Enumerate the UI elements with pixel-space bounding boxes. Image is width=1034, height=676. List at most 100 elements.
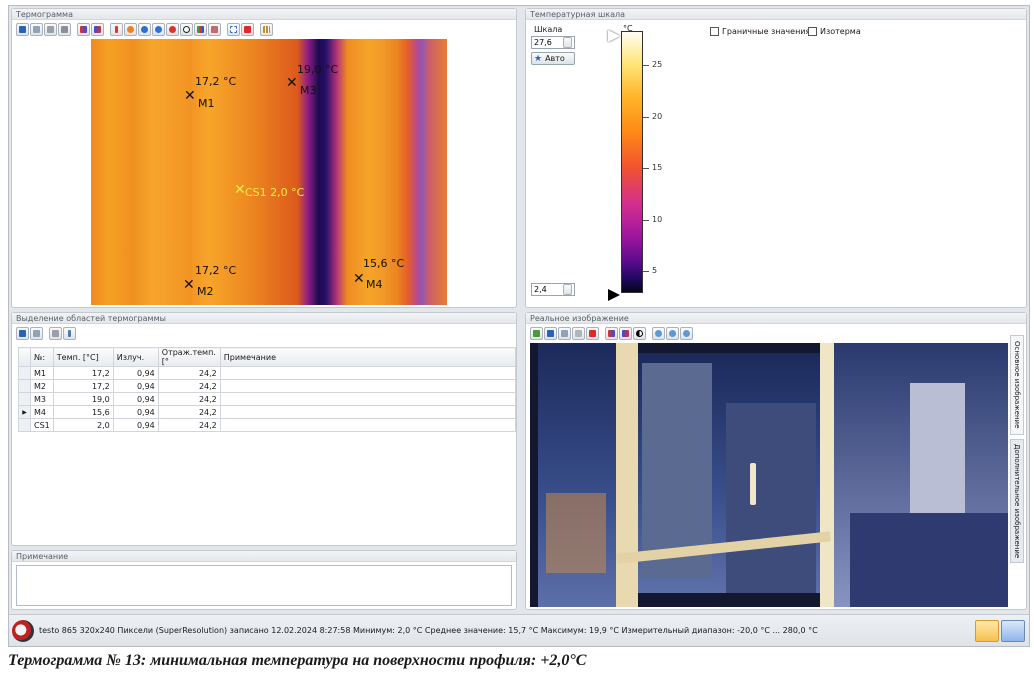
side-tab-extra-image[interactable]: Дополнительное изображение bbox=[1010, 439, 1024, 563]
cell-reflected-temp[interactable]: 24,2 bbox=[157, 379, 221, 393]
area-toolbar bbox=[16, 327, 76, 340]
row-selector[interactable] bbox=[18, 418, 31, 432]
side-tab-main-image[interactable]: Основное изображение bbox=[1010, 335, 1024, 435]
marker-cross-icon: ✕ bbox=[184, 88, 196, 104]
isotherm-checkbox[interactable]: Изотерма bbox=[808, 27, 861, 36]
zoom-fit-icon[interactable] bbox=[680, 327, 693, 340]
single-window-icon[interactable] bbox=[975, 620, 999, 642]
cell-emissivity[interactable]: 0,94 bbox=[112, 392, 159, 406]
row-selector[interactable] bbox=[18, 379, 31, 393]
paste-icon[interactable] bbox=[572, 327, 585, 340]
row-selector[interactable] bbox=[18, 392, 31, 406]
copy-icon[interactable] bbox=[30, 327, 43, 340]
measure-point-icon[interactable] bbox=[152, 23, 165, 36]
cell-number[interactable]: M4 bbox=[30, 405, 54, 419]
palette-icon[interactable] bbox=[77, 23, 90, 36]
table-row[interactable]: M2 17,2 0,94 24,2 bbox=[18, 379, 517, 393]
save-icon[interactable] bbox=[16, 327, 29, 340]
spin-arrows-icon[interactable] bbox=[563, 37, 572, 48]
scale-max-pointer-icon[interactable] bbox=[608, 30, 620, 42]
cell-number[interactable]: M1 bbox=[30, 366, 54, 380]
compare-icon[interactable] bbox=[619, 327, 632, 340]
cell-reflected-temp[interactable]: 24,2 bbox=[157, 418, 221, 432]
note-textarea[interactable] bbox=[16, 565, 512, 606]
hot-spot-icon[interactable] bbox=[124, 23, 137, 36]
column-header-temp[interactable]: Темп. [°C] bbox=[52, 347, 114, 367]
grid-icon[interactable] bbox=[260, 23, 273, 36]
limits-checkbox[interactable]: Граничные значения bbox=[710, 27, 810, 36]
cell-note[interactable] bbox=[219, 392, 517, 406]
limits-checkbox-box[interactable] bbox=[710, 27, 719, 36]
save-icon[interactable] bbox=[16, 23, 29, 36]
table-row[interactable]: M3 19,0 0,94 24,2 bbox=[18, 392, 517, 406]
spin-arrows-icon[interactable] bbox=[563, 284, 572, 295]
cell-emissivity[interactable]: 0,94 bbox=[112, 405, 159, 419]
table-row[interactable]: M1 17,2 0,94 24,2 bbox=[18, 366, 517, 380]
table-delete-icon[interactable] bbox=[49, 327, 62, 340]
marker-m1-id: M1 bbox=[198, 97, 215, 110]
real-photo[interactable] bbox=[530, 343, 1008, 607]
thermometer-icon[interactable] bbox=[110, 23, 123, 36]
histogram-icon[interactable] bbox=[194, 23, 207, 36]
table-row[interactable]: CS1 2,0 0,94 24,2 bbox=[18, 418, 517, 432]
delete-area-icon[interactable] bbox=[241, 23, 254, 36]
cell-emissivity[interactable]: 0,94 bbox=[112, 379, 159, 393]
zoom-in-icon[interactable] bbox=[652, 327, 665, 340]
row-selector[interactable]: ▶ bbox=[18, 405, 31, 419]
cell-reflected-temp[interactable]: 24,2 bbox=[157, 405, 221, 419]
scale-min-pointer-icon[interactable] bbox=[608, 289, 620, 301]
note-panel: Примечание bbox=[11, 550, 517, 610]
pipette-icon[interactable] bbox=[63, 327, 76, 340]
cell-emissivity[interactable]: 0,94 bbox=[112, 418, 159, 432]
marker-m2-id: M2 bbox=[197, 285, 214, 298]
compare-icon[interactable] bbox=[91, 23, 104, 36]
thermogram-image[interactable]: 17,2 °C ✕ M1 19,0 °C ✕ M3 ✕ CS1 2,0 °C 1… bbox=[91, 39, 447, 305]
cell-temp[interactable]: 17,2 bbox=[52, 379, 114, 393]
hot-point-icon[interactable] bbox=[166, 23, 179, 36]
multi-window-icon[interactable] bbox=[1001, 620, 1025, 642]
isotherm-checkbox-box[interactable] bbox=[808, 27, 817, 36]
cell-emissivity[interactable]: 0,94 bbox=[112, 366, 159, 380]
column-header-emissivity[interactable]: Излуч. bbox=[112, 347, 159, 367]
cell-note[interactable] bbox=[219, 366, 517, 380]
cell-note[interactable] bbox=[219, 379, 517, 393]
cell-number[interactable]: M2 bbox=[30, 379, 54, 393]
cell-note[interactable] bbox=[219, 418, 517, 432]
copy-icon[interactable] bbox=[558, 327, 571, 340]
cell-temp[interactable]: 15,6 bbox=[52, 405, 114, 419]
open-image-icon[interactable] bbox=[530, 327, 543, 340]
cell-temp[interactable]: 17,2 bbox=[52, 366, 114, 380]
copy-icon[interactable] bbox=[30, 23, 43, 36]
column-header-number[interactable]: №: bbox=[30, 347, 54, 367]
marker-cross-icon: ✕ bbox=[353, 271, 365, 287]
marker-m3-value: 19,0 °C bbox=[297, 63, 339, 76]
cell-reflected-temp[interactable]: 24,2 bbox=[157, 366, 221, 380]
marker-cross-icon: ✕ bbox=[286, 75, 298, 91]
row-selector[interactable] bbox=[18, 366, 31, 380]
auto-button[interactable]: ★ Авто bbox=[531, 52, 575, 65]
cell-temp[interactable]: 2,0 bbox=[52, 418, 114, 432]
star-icon: ★ bbox=[534, 53, 543, 64]
select-area-icon[interactable] bbox=[227, 23, 240, 36]
column-header-reflected-temp[interactable]: Отраж.темп. [° bbox=[157, 347, 221, 367]
column-header-note[interactable]: Примечание bbox=[219, 347, 517, 367]
paste-icon[interactable] bbox=[44, 23, 57, 36]
palette-icon[interactable] bbox=[605, 327, 618, 340]
cell-reflected-temp[interactable]: 24,2 bbox=[157, 392, 221, 406]
cold-spot-icon[interactable] bbox=[138, 23, 151, 36]
print-icon[interactable] bbox=[58, 23, 71, 36]
cell-temp[interactable]: 19,0 bbox=[52, 392, 114, 406]
area-selection-panel: Выделение областей термограммы №: Темп. … bbox=[11, 312, 517, 546]
cell-number[interactable]: CS1 bbox=[30, 418, 54, 432]
cell-note[interactable] bbox=[219, 405, 517, 419]
delete-image-icon[interactable] bbox=[586, 327, 599, 340]
scale-tick bbox=[643, 65, 649, 66]
delete-point-icon[interactable] bbox=[180, 23, 193, 36]
cell-number[interactable]: M3 bbox=[30, 392, 54, 406]
profile-icon[interactable] bbox=[208, 23, 221, 36]
zoom-out-icon[interactable] bbox=[666, 327, 679, 340]
contrast-icon[interactable] bbox=[633, 327, 646, 340]
save-icon[interactable] bbox=[544, 327, 557, 340]
table-row[interactable]: ▶ M4 15,6 0,94 24,2 bbox=[18, 405, 517, 419]
note-panel-title: Примечание bbox=[12, 551, 516, 562]
